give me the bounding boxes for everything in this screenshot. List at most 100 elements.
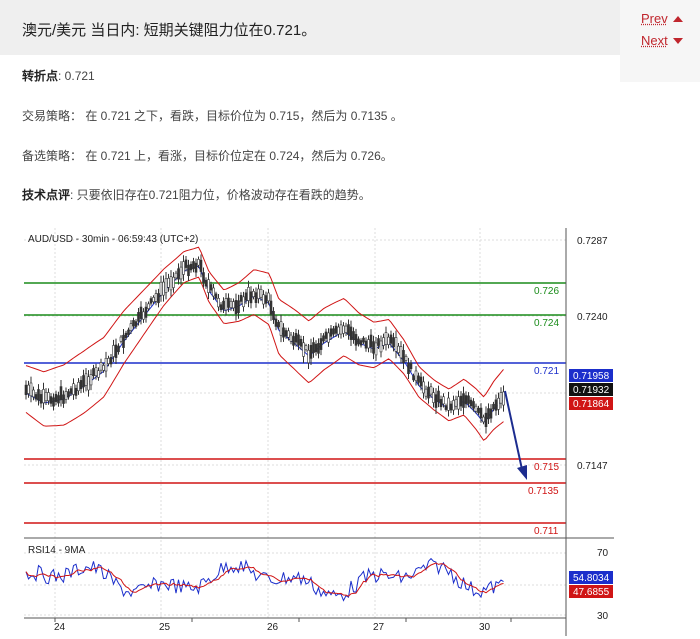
candle-body bbox=[192, 261, 195, 269]
candle-body bbox=[294, 332, 298, 343]
candle-body bbox=[117, 345, 120, 353]
candle-body bbox=[479, 407, 483, 419]
candle-body bbox=[454, 398, 458, 407]
candle-body bbox=[459, 395, 463, 407]
candle-body bbox=[314, 343, 318, 353]
candle-body bbox=[424, 388, 428, 397]
candle-body bbox=[369, 334, 373, 348]
price-panel bbox=[24, 228, 566, 536]
tech-comment-text: : 只要依旧存在0.721阻力位，价格波动存在看跌的趋势。 bbox=[70, 188, 371, 202]
candle-body bbox=[137, 312, 140, 322]
candle-body bbox=[134, 321, 138, 327]
candle-body bbox=[42, 389, 45, 404]
candle-body bbox=[499, 392, 503, 404]
badge-rsi-ma: 47.6855 bbox=[573, 587, 610, 598]
candle-body bbox=[102, 365, 105, 371]
candle-body bbox=[389, 334, 393, 344]
candle-body bbox=[64, 391, 68, 400]
candle-body bbox=[392, 337, 395, 348]
candle-body bbox=[124, 332, 128, 339]
candle-body bbox=[442, 396, 445, 405]
candle-body bbox=[277, 321, 280, 328]
price-tick-1: 0.7240 bbox=[577, 312, 608, 323]
candle-body bbox=[284, 330, 288, 337]
candle-body bbox=[257, 288, 260, 299]
candle-body bbox=[157, 293, 160, 304]
candle-body bbox=[419, 376, 423, 387]
candle-body bbox=[164, 278, 168, 293]
candle-body bbox=[139, 306, 143, 319]
candle-body bbox=[154, 293, 158, 302]
candle-body bbox=[397, 345, 400, 353]
rsi-tick-30: 30 bbox=[597, 611, 609, 622]
candle-body bbox=[377, 338, 380, 346]
candle-body bbox=[32, 389, 35, 398]
candle-body bbox=[439, 399, 443, 408]
badge-upper: 0.71958 bbox=[573, 371, 610, 382]
candle-body bbox=[342, 325, 345, 334]
strategy-text: ： 在 0.721 之下，看跌，目标价位为 0.715，然后为 0.7135 。 bbox=[70, 109, 403, 123]
candle-body bbox=[477, 407, 480, 414]
candle-body bbox=[159, 281, 163, 296]
candle-body bbox=[197, 259, 200, 266]
candle-body bbox=[147, 303, 150, 309]
candle-body bbox=[287, 330, 290, 338]
candle-body bbox=[92, 368, 95, 376]
candle-body bbox=[89, 374, 93, 386]
candle-body bbox=[447, 397, 450, 411]
candle-body bbox=[194, 262, 198, 273]
candle-body bbox=[404, 356, 408, 361]
candle-body bbox=[299, 338, 303, 347]
candle-body bbox=[204, 279, 208, 287]
candle-body bbox=[492, 403, 495, 410]
price-tick-0: 0.7287 bbox=[577, 236, 608, 247]
candle-body bbox=[29, 382, 33, 397]
candle-body bbox=[304, 345, 308, 351]
candle-body bbox=[79, 380, 83, 390]
candle-body bbox=[409, 362, 413, 370]
candle-body bbox=[354, 334, 358, 346]
candle-body bbox=[254, 292, 258, 303]
candle-body bbox=[59, 386, 63, 401]
candle-body bbox=[327, 332, 330, 343]
prev-label[interactable]: Prev bbox=[641, 11, 668, 26]
candle-body bbox=[324, 331, 328, 339]
level-label-r2: 0.726 bbox=[534, 286, 559, 297]
candle-body bbox=[224, 298, 228, 311]
prev-link[interactable]: Prev bbox=[641, 11, 683, 26]
next-link[interactable]: Next bbox=[641, 33, 683, 48]
candle-body bbox=[207, 279, 210, 293]
candle-body bbox=[219, 304, 223, 311]
candle-body bbox=[462, 393, 465, 408]
candle-body bbox=[337, 326, 340, 335]
candle-body bbox=[84, 373, 88, 386]
alt-strategy-text: ： 在 0.721 上，看涨，目标价位定在 0.724，然后为 0.726。 bbox=[70, 149, 393, 163]
candle-body bbox=[119, 336, 123, 342]
candle-body bbox=[432, 392, 435, 403]
candle-body bbox=[217, 298, 220, 308]
pivot-label: 转折点 bbox=[22, 69, 59, 83]
candle-body bbox=[279, 321, 283, 336]
candle-body bbox=[367, 339, 370, 349]
price-chart: AUD/USD - 30min - 06:59:43 (UTC+2) 0.726… bbox=[24, 228, 614, 636]
badge-last: 0.71932 bbox=[573, 385, 610, 396]
candle-body bbox=[132, 320, 135, 327]
date-label-0: 24 bbox=[54, 622, 66, 633]
candle-body bbox=[494, 399, 498, 411]
candle-body bbox=[399, 346, 403, 359]
candle-body bbox=[222, 300, 225, 310]
candle-body bbox=[172, 276, 175, 288]
next-label[interactable]: Next bbox=[641, 33, 668, 48]
candle-body bbox=[54, 394, 58, 402]
candle-body bbox=[297, 334, 300, 346]
candle-body bbox=[472, 401, 475, 409]
candle-body bbox=[272, 311, 275, 321]
pivot-line: 转折点: 0.721 bbox=[22, 67, 95, 84]
candle-body bbox=[364, 340, 368, 349]
candle-body bbox=[142, 311, 145, 320]
price-tick-2: 0.7147 bbox=[577, 461, 608, 472]
candle-body bbox=[229, 300, 233, 308]
candle-body bbox=[407, 362, 410, 375]
candle-body bbox=[417, 375, 420, 383]
candle-body bbox=[174, 272, 178, 279]
